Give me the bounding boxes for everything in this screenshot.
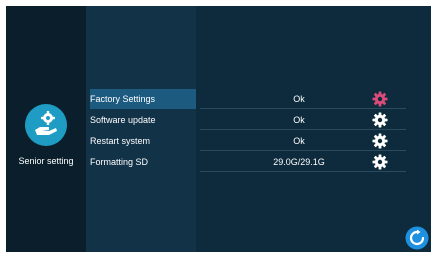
device-screen: Senior setting Factory Settings Ok Softw… <box>6 6 431 252</box>
row-software-update[interactable]: Software update Ok <box>86 110 431 130</box>
gear-icon[interactable] <box>372 112 388 128</box>
left-panel: Senior setting <box>6 6 86 252</box>
row-factory-settings[interactable]: Factory Settings Ok <box>86 89 431 109</box>
refresh-icon[interactable] <box>405 226 429 250</box>
row-label: Factory Settings <box>90 89 196 109</box>
gear-icon[interactable] <box>372 154 388 170</box>
settings-hand-icon[interactable] <box>24 103 68 147</box>
gear-icon[interactable] <box>372 133 388 149</box>
gear-icon[interactable] <box>372 91 388 107</box>
row-divider <box>200 150 406 151</box>
row-divider <box>200 171 406 172</box>
row-restart-system[interactable]: Restart system Ok <box>86 131 431 151</box>
row-divider <box>200 129 406 130</box>
row-label: Formatting SD <box>90 157 149 167</box>
row-label: Restart system <box>90 136 151 146</box>
row-divider <box>200 108 406 109</box>
senior-setting-label: Senior setting <box>18 156 74 166</box>
row-formatting-sd[interactable]: Formatting SD 29.0G/29.1G <box>86 152 431 172</box>
row-label: Software update <box>90 115 156 125</box>
